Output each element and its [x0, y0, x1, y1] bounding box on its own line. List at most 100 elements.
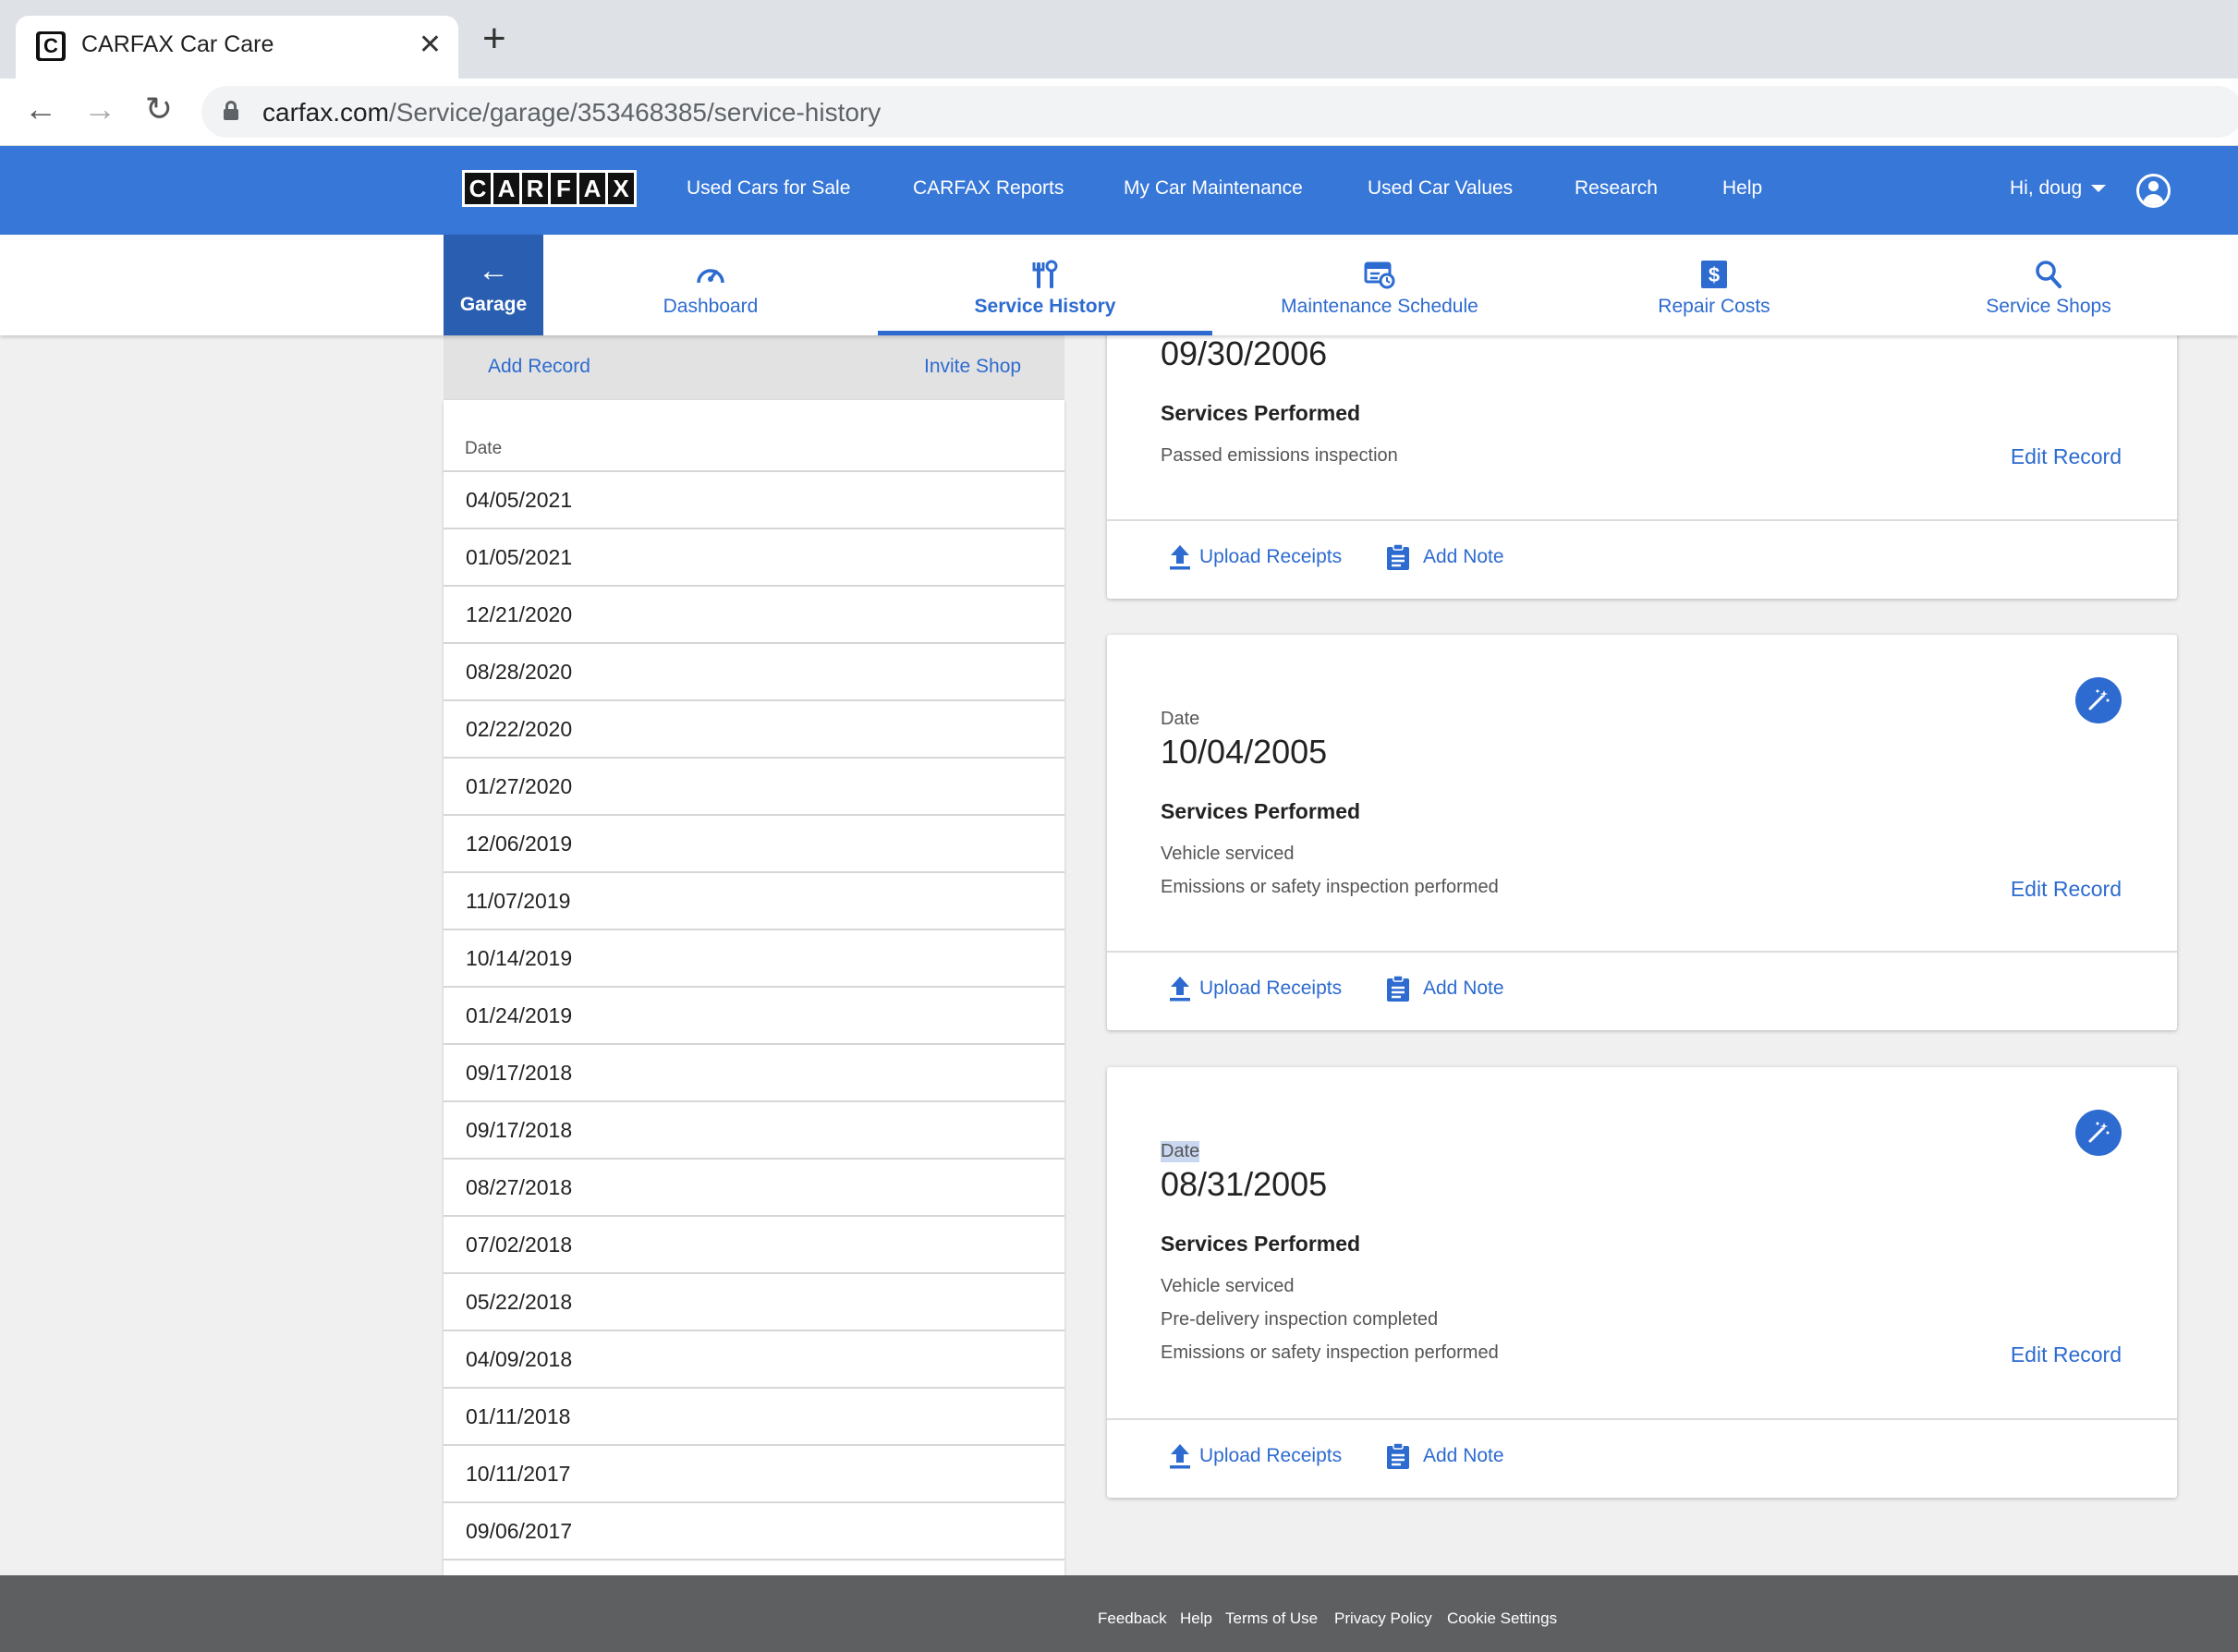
date-list-item[interactable]: 08/27/2018	[444, 1160, 1064, 1217]
service-record-card: Date 08/31/2005 Services Performed Vehic…	[1107, 1067, 2177, 1498]
services-performed-title: Services Performed	[1161, 1232, 1361, 1256]
calendar-clock-icon	[1364, 261, 1395, 289]
add-record-link[interactable]: Add Record	[488, 356, 590, 378]
date-list-item[interactable]: 01/27/2020	[444, 759, 1064, 816]
add-note-link[interactable]: Add Note	[1423, 546, 1504, 568]
add-note-link[interactable]: Add Note	[1423, 978, 1504, 1000]
user-menu[interactable]: Hi, doug	[2010, 177, 2107, 200]
carfax-logo[interactable]: C A R F A X	[462, 170, 637, 207]
user-greeting: Hi, doug	[2010, 177, 2083, 199]
garage-subnav: ← Garage Dashboard Service History Maint…	[0, 235, 2238, 335]
date-list-item[interactable]: 09/06/2017	[444, 1503, 1064, 1561]
clipboard-icon	[1387, 1442, 1409, 1469]
date-list-item[interactable]: 11/07/2019	[444, 873, 1064, 930]
logo-letter: F	[551, 173, 577, 204]
date-list-item[interactable]: 09/17/2018	[444, 1102, 1064, 1160]
logo-letter: A	[579, 173, 605, 204]
edit-record-link[interactable]: Edit Record	[2011, 877, 2122, 902]
date-label: Date	[1161, 709, 1200, 729]
service-item: Emissions or safety inspection performed	[1161, 1342, 1499, 1363]
edit-record-link[interactable]: Edit Record	[2011, 1342, 2122, 1367]
add-note-link[interactable]: Add Note	[1423, 1445, 1504, 1467]
caret-down-icon	[2091, 185, 2107, 193]
nav-used-cars[interactable]: Used Cars for Sale	[687, 177, 850, 200]
upload-receipts-link[interactable]: Upload Receipts	[1199, 978, 1342, 1000]
upload-receipts-link[interactable]: Upload Receipts	[1199, 1445, 1342, 1467]
service-item: Vehicle serviced	[1161, 844, 1295, 864]
date-column-header: Date	[444, 400, 1064, 472]
close-tab-icon[interactable]: ✕	[419, 29, 442, 61]
nav-carfax-reports[interactable]: CARFAX Reports	[913, 177, 1064, 200]
edit-record-button[interactable]	[2075, 677, 2122, 723]
date-list-item[interactable]: 04/09/2018	[444, 1331, 1064, 1389]
record-actions-bar: Add Record Invite Shop	[444, 335, 1064, 400]
nav-used-car-values[interactable]: Used Car Values	[1368, 177, 1513, 200]
service-item: Pre-delivery inspection completed	[1161, 1309, 1439, 1330]
svg-text:$: $	[1709, 263, 1720, 286]
browser-tab-strip: CARFAX Car Care ✕ +	[0, 0, 2238, 79]
service-date-list: Date 04/05/2021 01/05/2021 12/21/2020 08…	[444, 400, 1064, 1575]
upload-icon	[1170, 545, 1190, 570]
record-date: 09/30/2006	[1161, 334, 1328, 372]
date-list-item[interactable]: 02/22/2020	[444, 701, 1064, 759]
tab-label: Dashboard	[663, 296, 759, 317]
lock-icon	[224, 101, 238, 120]
back-arrow-icon: ←	[478, 253, 509, 288]
record-date: 08/31/2005	[1161, 1165, 1328, 1203]
logo-letter: A	[493, 173, 519, 204]
service-item: Vehicle serviced	[1161, 1276, 1295, 1296]
nav-research[interactable]: Research	[1575, 177, 1658, 200]
services-performed-title: Services Performed	[1161, 401, 1361, 425]
footer-privacy-link[interactable]: Privacy Policy	[1334, 1609, 1432, 1628]
garage-back-button[interactable]: ← Garage	[444, 235, 543, 335]
nav-my-car-maintenance[interactable]: My Car Maintenance	[1124, 177, 1303, 200]
edit-record-button[interactable]	[2075, 1110, 2122, 1156]
magic-wand-icon	[2088, 689, 2110, 711]
upload-receipts-link[interactable]: Upload Receipts	[1199, 546, 1342, 568]
date-list-item[interactable]: 04/05/2021	[444, 472, 1064, 529]
forward-arrow-icon[interactable]: →	[78, 90, 122, 128]
edit-record-link[interactable]: Edit Record	[2011, 444, 2122, 469]
clipboard-icon	[1387, 543, 1409, 570]
tab-maintenance-schedule[interactable]: Maintenance Schedule	[1212, 235, 1547, 335]
tab-service-shops[interactable]: Service Shops	[1881, 235, 2216, 335]
account-icon[interactable]	[2136, 174, 2171, 208]
date-list-item[interactable]: 01/05/2021	[444, 529, 1064, 587]
footer-terms-link[interactable]: Terms of Use	[1225, 1609, 1318, 1628]
new-tab-icon[interactable]: +	[482, 18, 506, 59]
nav-help[interactable]: Help	[1722, 177, 1762, 200]
back-arrow-icon[interactable]: ←	[18, 90, 63, 128]
record-date: 10/04/2005	[1161, 733, 1328, 771]
service-record-card: 09/30/2006 Services Performed Passed emi…	[1107, 316, 2177, 599]
footer-help-link[interactable]: Help	[1180, 1609, 1212, 1628]
footer-feedback-link[interactable]: Feedback	[1098, 1609, 1167, 1628]
invite-shop-link[interactable]: Invite Shop	[924, 356, 1021, 378]
date-list-item[interactable]: 10/14/2019	[444, 930, 1064, 988]
tab-title: CARFAX Car Care	[81, 31, 274, 57]
browser-tab[interactable]: CARFAX Car Care ✕	[16, 16, 458, 79]
date-list-item[interactable]: 01/24/2019	[444, 988, 1064, 1045]
date-list-item[interactable]: 05/22/2018	[444, 1274, 1064, 1331]
tab-repair-costs[interactable]: $ Repair Costs	[1547, 235, 1881, 335]
date-list-item[interactable]: 09/17/2018	[444, 1045, 1064, 1102]
reload-icon[interactable]: ↻	[137, 90, 181, 128]
magic-wand-icon	[2088, 1122, 2110, 1143]
date-list-item[interactable]: 12/21/2020	[444, 587, 1064, 644]
date-label: Date	[1161, 1141, 1200, 1162]
date-list-item[interactable]: 08/28/2020	[444, 644, 1064, 701]
dollar-icon: $	[1701, 261, 1727, 288]
speedometer-icon	[697, 269, 724, 284]
address-bar[interactable]: carfax.com/Service/garage/353468385/serv…	[201, 86, 2238, 138]
upload-icon	[1170, 1444, 1190, 1469]
url-path: /Service/garage/353468385/service-histor…	[388, 98, 882, 127]
site-header: C A R F A X Used Cars for Sale CARFAX Re…	[0, 146, 2238, 235]
service-item: Emissions or safety inspection performed	[1161, 877, 1499, 897]
search-icon	[2036, 261, 2062, 288]
date-list-item[interactable]: 07/02/2018	[444, 1217, 1064, 1274]
date-list-item[interactable]: 12/06/2019	[444, 816, 1064, 873]
footer-cookie-settings-link[interactable]: Cookie Settings	[1447, 1609, 1557, 1628]
tab-dashboard[interactable]: Dashboard	[543, 235, 878, 335]
tab-service-history[interactable]: Service History	[878, 235, 1212, 335]
date-list-item[interactable]: 10/11/2017	[444, 1446, 1064, 1503]
date-list-item[interactable]: 01/11/2018	[444, 1389, 1064, 1446]
